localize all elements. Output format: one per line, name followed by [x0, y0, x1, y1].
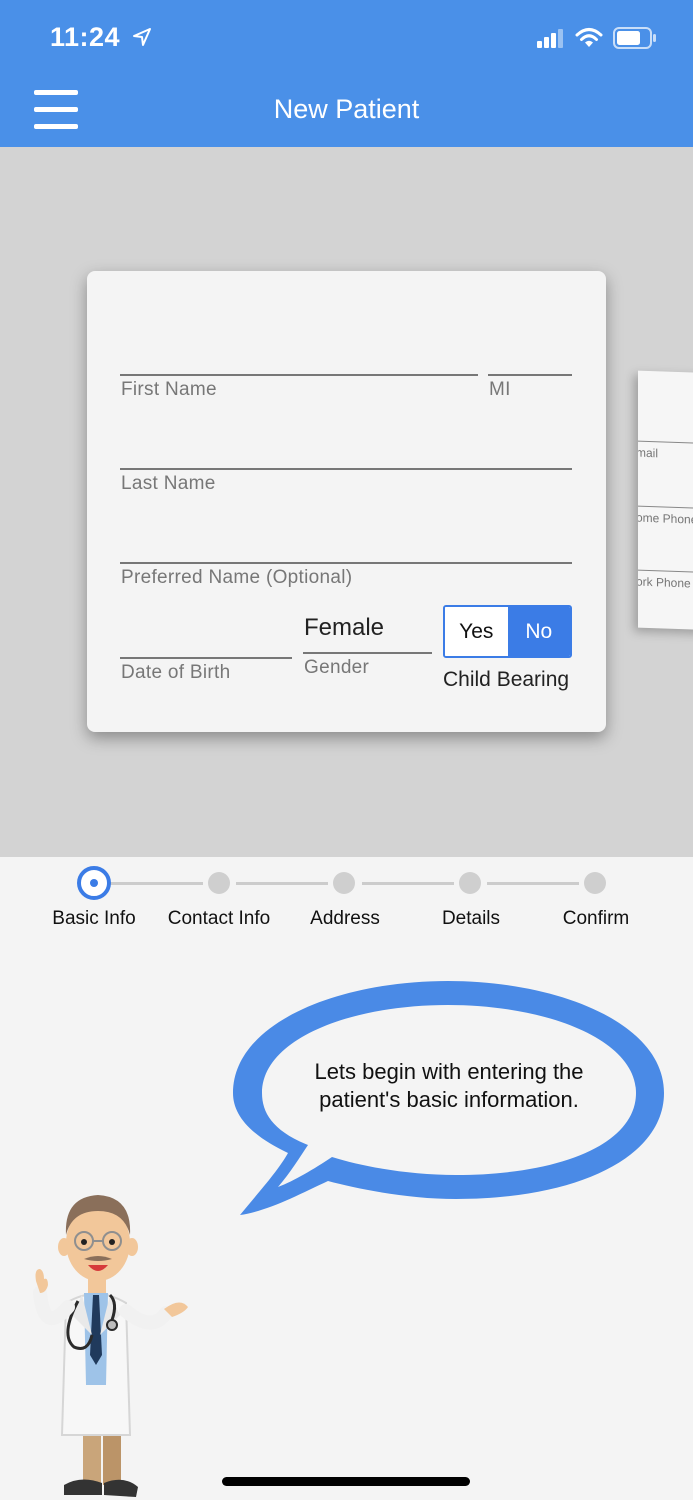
contact-info-card-preview[interactable]: mail ome Phone ork Phone: [638, 370, 693, 631]
first-name-label: First Name: [121, 379, 217, 400]
status-time: 11:24: [50, 22, 152, 53]
last-name-label: Last Name: [121, 473, 216, 494]
child-bearing-toggle[interactable]: Yes No: [443, 605, 572, 658]
child-bearing-no-button[interactable]: No: [507, 607, 570, 656]
status-icons: [537, 24, 657, 52]
preferred-name-field[interactable]: Preferred Name (Optional): [120, 519, 572, 589]
date-of-birth-field[interactable]: Date of Birth: [120, 611, 292, 686]
battery-icon: [613, 27, 656, 49]
step-label-contact-info[interactable]: Contact Info: [149, 908, 289, 930]
status-time-text: 11:24: [50, 22, 121, 52]
gender-value: Female: [304, 614, 385, 641]
work-phone-label: ork Phone: [638, 574, 691, 591]
gender-label: Gender: [304, 657, 370, 678]
email-label: mail: [638, 445, 659, 461]
step-dot-contact-info[interactable]: [208, 872, 230, 894]
page-title: New Patient: [273, 94, 420, 124]
doctor-mascot-icon: [33, 1195, 188, 1497]
mi-field[interactable]: MI: [488, 331, 572, 401]
last-name-field[interactable]: Last Name: [120, 425, 572, 495]
wifi-icon: [575, 28, 603, 47]
child-bearing-label: Child Bearing: [443, 668, 570, 691]
assistant-message: Lets begin with entering the patient's b…: [314, 1059, 584, 1112]
step-dot-address[interactable]: [333, 872, 355, 894]
home-phone-label: ome Phone: [638, 510, 693, 527]
child-bearing-yes-button[interactable]: Yes: [445, 607, 508, 656]
cellular-signal-icon: [537, 29, 563, 48]
form-carousel[interactable]: First Name MI Last Name Preferred Name (…: [0, 147, 693, 857]
step-label-confirm[interactable]: Confirm: [526, 908, 666, 930]
home-indicator[interactable]: [222, 1477, 470, 1486]
step-dot-basic-info[interactable]: [77, 866, 111, 900]
first-name-field[interactable]: First Name: [120, 331, 478, 401]
preferred-name-label: Preferred Name (Optional): [121, 567, 353, 588]
location-arrow-icon: [133, 28, 152, 46]
step-connector: [110, 882, 203, 885]
step-connector: [362, 882, 454, 885]
step-label-basic-info[interactable]: Basic Info: [24, 908, 164, 930]
basic-info-card: First Name MI Last Name Preferred Name (…: [87, 271, 606, 732]
step-label-details[interactable]: Details: [401, 908, 541, 930]
step-label-address[interactable]: Address: [275, 908, 415, 930]
gender-field[interactable]: Female Gender: [303, 611, 432, 686]
step-dot-confirm[interactable]: [584, 872, 606, 894]
mi-label: MI: [489, 379, 511, 400]
date-of-birth-label: Date of Birth: [121, 662, 231, 683]
step-connector: [236, 882, 328, 885]
step-connector: [487, 882, 579, 885]
app-header: 11:24 New Patient: [0, 0, 693, 147]
step-dot-details[interactable]: [459, 872, 481, 894]
